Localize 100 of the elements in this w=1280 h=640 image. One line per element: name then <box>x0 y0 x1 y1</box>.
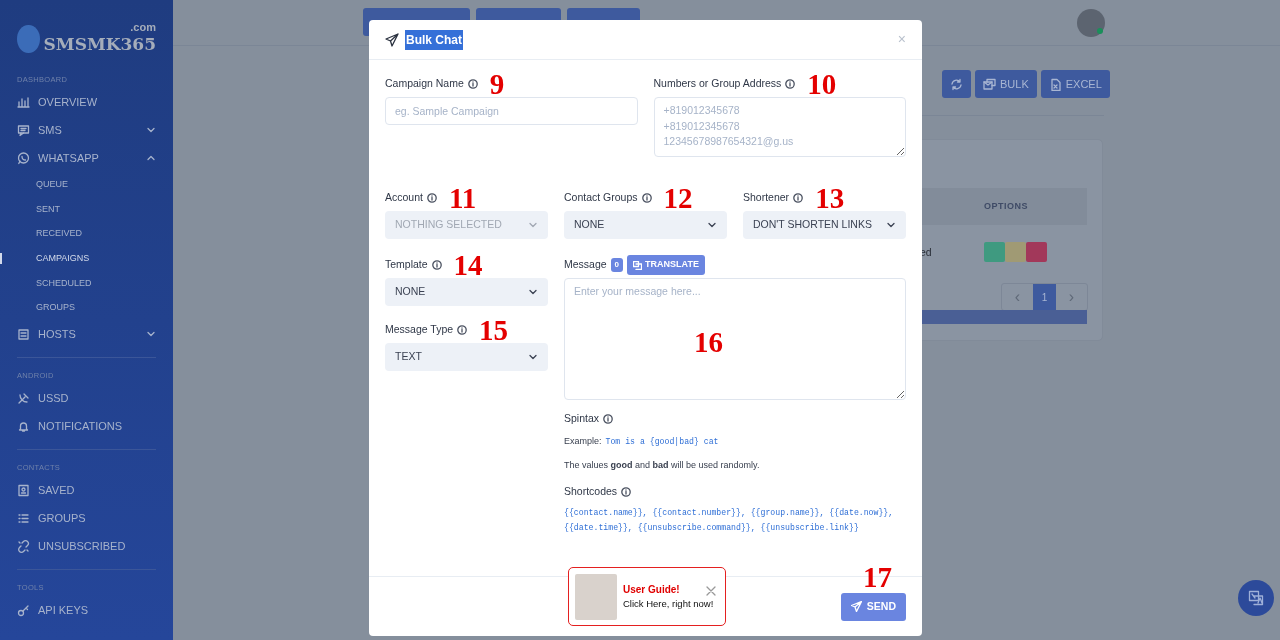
numbers-textarea[interactable]: +819012345678 +819012345678 12345678987654321@g.us <box>653 97 906 157</box>
toolbar-button[interactable]: BULK <box>975 70 1037 98</box>
popup-text: Click Here, right now! <box>623 596 714 611</box>
chevron-down-icon <box>886 220 896 230</box>
info-icon <box>621 486 632 497</box>
code-example: Tom is a {good|bad} cat <box>605 436 719 448</box>
field-label: Message <box>564 257 607 273</box>
whatsapp-icon <box>17 151 30 165</box>
bar-chart-icon <box>17 95 30 109</box>
envelopes-icon <box>983 77 996 91</box>
annotation-number: 16 <box>694 328 723 356</box>
info-icon <box>641 193 652 203</box>
chevron-down-icon <box>707 220 717 230</box>
field-label: Contact Groups <box>564 190 638 206</box>
spreadsheet-file-icon <box>1048 77 1062 91</box>
user-guide-popup[interactable]: User Guide! Click Here, right now! <box>568 567 726 626</box>
toolbar-button[interactable]: EXCEL <box>1040 70 1110 98</box>
chevron-down-icon <box>528 352 538 362</box>
field-label: Spintax <box>564 411 600 427</box>
annotation-number: 17 <box>863 563 892 591</box>
select-field[interactable]: DON'T SHORTEN LINKS <box>743 211 906 239</box>
annotation-number: 15 <box>479 316 509 344</box>
field-label: Campaign Name <box>385 76 464 92</box>
field-label: Account <box>385 190 423 206</box>
logo-suffix: .com <box>130 21 156 33</box>
sidebar-subitem[interactable]: QUEUE <box>17 172 156 197</box>
sidebar-subitem[interactable]: RECEIVED <box>17 221 156 247</box>
sidebar-item[interactable]: NOTIFICATIONS <box>17 412 156 441</box>
paper-plane-icon <box>385 32 399 47</box>
sidebar-item[interactable]: API KEYS <box>17 596 156 625</box>
character-count: 0 <box>610 258 624 272</box>
sidebar-item[interactable]: GROUPS <box>17 504 156 533</box>
translate-icon <box>1248 590 1264 606</box>
paper-plane-icon <box>850 601 862 612</box>
field-label: Message Type <box>385 322 454 338</box>
logo-icon <box>17 25 40 53</box>
annotation-number: 13 <box>815 184 845 212</box>
annotation-number: 14 <box>453 251 483 279</box>
shortcodes-list: {{contact.name}}, {{contact.number}}, {{group.name}}, {{date.now}}, {{date.time}}, {{unsubscribe.command}}, {{unsubscribe.link}} <box>564 504 906 535</box>
popup-title: User Guide! <box>623 582 680 597</box>
sidebar-item[interactable]: WHATSAPP <box>17 144 156 172</box>
sidebar-subitem[interactable]: SENT <box>17 196 156 222</box>
logo-text: SMSMK365 <box>43 33 156 54</box>
translate-button[interactable]: TRANSLATE <box>627 255 705 275</box>
annotation-number: 12 <box>663 184 693 212</box>
sidebar-item[interactable]: SMS <box>17 116 156 144</box>
scrollbar[interactable] <box>920 310 1087 324</box>
chat-icon <box>17 123 30 137</box>
play-button[interactable] <box>984 242 1005 262</box>
info-icon <box>457 325 468 335</box>
send-button[interactable]: SEND <box>840 592 906 621</box>
selection-indicator <box>0 253 2 265</box>
example-label: Example: <box>564 435 602 448</box>
refresh-button[interactable] <box>942 70 971 98</box>
contact-card-icon <box>17 483 30 497</box>
spintax-note: The values good and bad will be used randomly. <box>564 459 761 472</box>
sidebar-item[interactable]: USSD <box>17 384 156 413</box>
field-label: Shortener <box>743 190 790 206</box>
photo-placeholder <box>575 573 617 620</box>
sidebar-item[interactable]: UNSUBSCRIBED <box>17 532 156 561</box>
broken-link-icon <box>17 539 30 553</box>
status-dot <box>1097 28 1103 34</box>
translate-icon <box>633 260 643 270</box>
sidebar-subitem[interactable]: GROUPS <box>17 295 156 321</box>
bell-icon <box>17 419 30 433</box>
pause-button[interactable] <box>1005 242 1026 262</box>
sidebar-item[interactable]: OVERVIEW <box>17 88 156 116</box>
info-icon <box>431 260 442 270</box>
field-label: Shortcodes <box>564 483 618 499</box>
info-icon <box>467 79 478 89</box>
satellite-icon <box>17 391 30 405</box>
sidebar-item[interactable]: SAVED <box>17 476 156 505</box>
select-field[interactable]: NONE <box>385 278 548 306</box>
chevron-down-icon <box>528 287 538 297</box>
info-icon <box>426 193 437 203</box>
annotation-number: 11 <box>448 184 477 212</box>
sidebar-subitem[interactable]: SCHEDULED <box>17 270 156 296</box>
annotation-number: 10 <box>807 70 837 98</box>
select-field[interactable]: NONE <box>564 211 727 239</box>
field-label: Numbers or Group Address <box>653 76 782 92</box>
delete-button[interactable] <box>1026 242 1047 262</box>
refresh-icon <box>950 77 963 91</box>
avatar-icon[interactable] <box>1077 9 1105 37</box>
info-icon <box>785 79 796 89</box>
select-field[interactable]: TEXT <box>385 343 548 371</box>
sidebar-subitem[interactable]: CAMPAIGNS <box>17 246 156 271</box>
info-icon <box>603 414 614 424</box>
page-button[interactable]: 1 <box>1033 284 1056 310</box>
sidebar-item[interactable]: HOSTS <box>17 320 156 349</box>
field-label: Template <box>385 257 428 273</box>
list-icon <box>17 511 30 525</box>
server-icon <box>17 327 30 341</box>
modal-title: Bulk Chat <box>405 29 463 50</box>
info-icon <box>793 193 804 203</box>
translate-fab[interactable] <box>1238 580 1274 616</box>
key-icon <box>17 603 30 617</box>
select-field: NOTHING SELECTED <box>385 211 548 239</box>
chevron-down-icon <box>528 220 538 230</box>
column-header: OPTIONS <box>984 199 1028 213</box>
text-input-field[interactable]: eg. Sample Campaign <box>385 97 638 125</box>
